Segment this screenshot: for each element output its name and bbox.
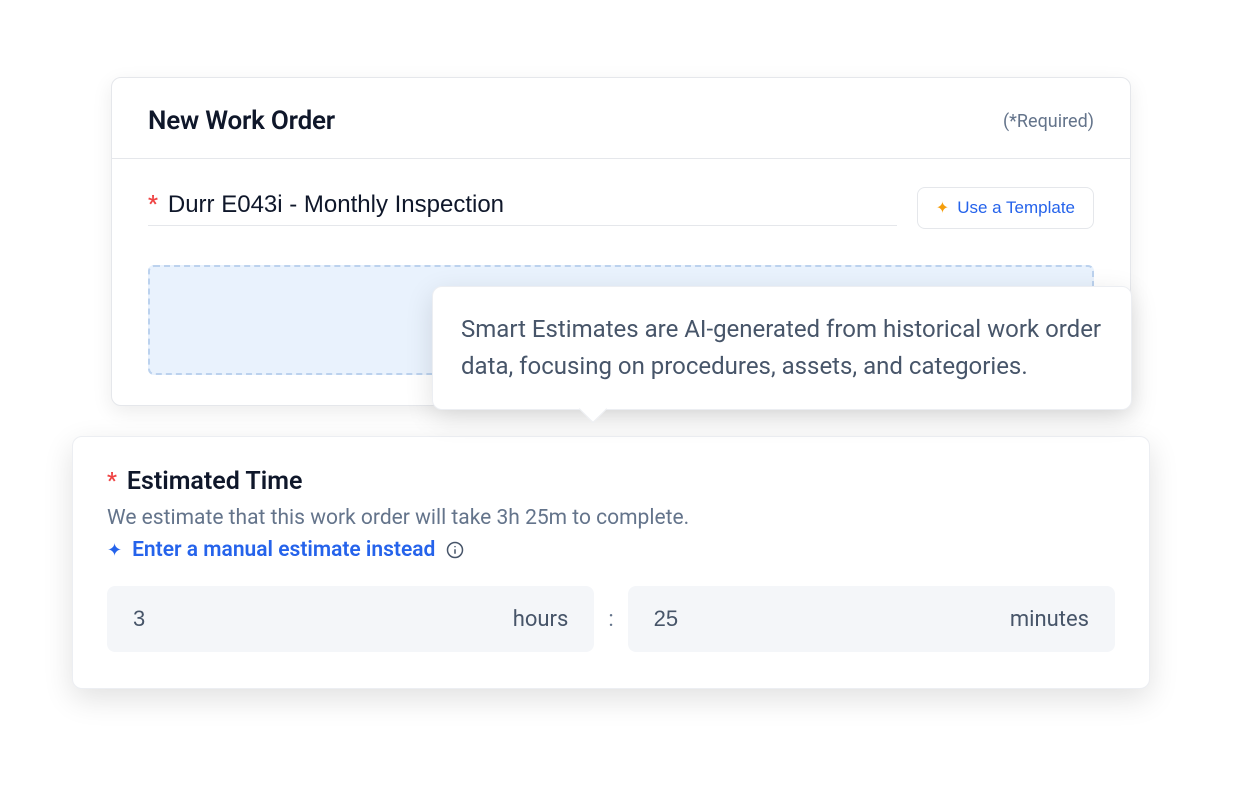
time-separator: : (608, 607, 613, 632)
estimate-title: Estimated Time (127, 467, 303, 496)
use-template-button[interactable]: ✦ Use a Template (917, 187, 1094, 229)
title-input-wrap: * (148, 191, 897, 226)
page-title: New Work Order (148, 106, 335, 136)
required-star-icon: * (107, 469, 117, 494)
minutes-unit-label: minutes (1010, 607, 1089, 632)
hours-box: hours (107, 586, 594, 652)
work-order-title-input[interactable] (168, 191, 897, 219)
use-template-label: Use a Template (957, 198, 1075, 218)
tooltip-arrow-icon (579, 395, 607, 423)
hours-unit-label: hours (513, 607, 569, 632)
sparkle-icon: ✦ (936, 198, 949, 218)
required-star-icon: * (148, 192, 158, 217)
required-hint: (*Required) (1003, 111, 1094, 132)
estimate-header: * Estimated Time (107, 467, 1115, 496)
card-header: New Work Order (*Required) (112, 78, 1130, 159)
minutes-input[interactable] (654, 606, 734, 632)
time-input-row: hours : minutes (107, 586, 1115, 652)
sparkle-icon: ✦ (107, 540, 122, 561)
manual-estimate-link[interactable]: Enter a manual estimate instead (132, 538, 435, 562)
estimate-subtext: We estimate that this work order will ta… (107, 506, 1115, 530)
title-row: * ✦ Use a Template (148, 187, 1094, 229)
minutes-box: minutes (628, 586, 1115, 652)
estimated-time-card: * Estimated Time We estimate that this w… (72, 436, 1150, 689)
tooltip-text: Smart Estimates are AI-generated from hi… (461, 315, 1101, 380)
hours-input[interactable] (133, 606, 213, 632)
info-icon[interactable] (445, 540, 465, 560)
manual-estimate-row: ✦ Enter a manual estimate instead (107, 538, 465, 562)
smart-estimate-tooltip: Smart Estimates are AI-generated from hi… (432, 286, 1132, 410)
